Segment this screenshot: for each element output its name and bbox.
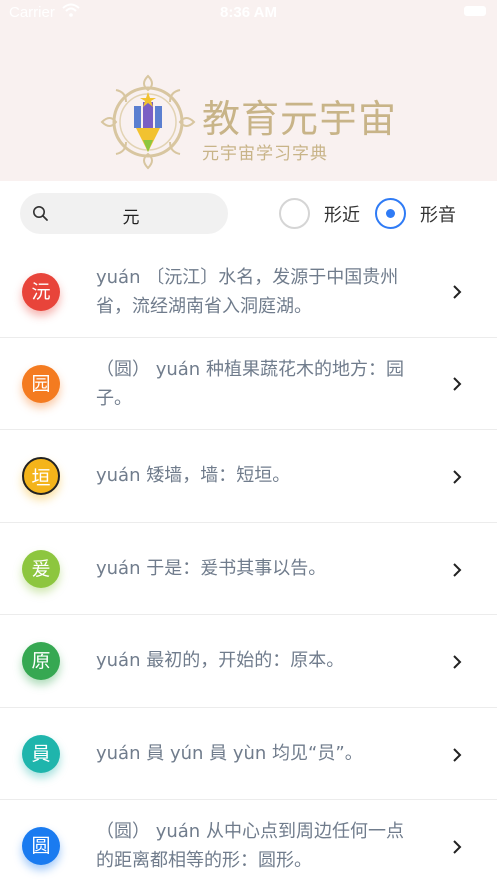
- chevron-right-icon: [453, 377, 462, 391]
- logo-emblem-icon: [100, 74, 196, 170]
- chevron-right-icon: [453, 748, 462, 762]
- chevron-right-icon: [453, 470, 462, 484]
- list-item[interactable]: 爰 yuán 于是：爰书其事以告。: [0, 523, 497, 615]
- list-item[interactable]: 垣 yuán 矮墙，墙：短垣。: [0, 430, 497, 523]
- item-description: yuán 于是：爰书其事以告。: [96, 558, 327, 579]
- list-item[interactable]: 圆 （圆） yuán 从中心点到周边任何一点的距离都相等的形：圆形。: [0, 800, 497, 883]
- list-item[interactable]: 园 （圆） yuán 种植果蔬花木的地方：园子。: [0, 338, 497, 430]
- char-badge: 爰: [22, 550, 60, 588]
- radio-label-similar-shape: 形近: [324, 205, 360, 226]
- chevron-right-icon: [453, 285, 462, 299]
- status-time: 8:36 AM: [220, 4, 277, 21]
- char-badge: 圆: [22, 827, 60, 865]
- char-badge: 原: [22, 642, 60, 680]
- radio-similar-shape[interactable]: [279, 198, 310, 229]
- item-description: yuán 最初的，开始的：原本。: [96, 650, 345, 671]
- search-input[interactable]: 元: [20, 193, 228, 234]
- list-item[interactable]: 原 yuán 最初的，开始的：原本。: [0, 615, 497, 708]
- list-item[interactable]: 員 yuán 員 yún 員 yùn 均见“员”。: [0, 708, 497, 800]
- search-value: 元: [122, 208, 140, 228]
- item-description: （圆） yuán 从中心点到周边任何一点的距离都相等的形：圆形。: [96, 821, 404, 871]
- header-banner: Carrier 8:36 AM 教育元宇宙 元宇宙学习字典: [0, 0, 497, 181]
- radio-similar-sound[interactable]: [375, 198, 406, 229]
- char-badge: 垣: [22, 457, 60, 495]
- radio-label-similar-sound: 形音: [420, 205, 456, 226]
- status-bar: Carrier 8:36 AM: [0, 0, 497, 26]
- list-item[interactable]: 沅 yuán 〔沅江〕水名，发源于中国贵州省，流经湖南省入洞庭湖。: [0, 246, 497, 338]
- app-title: 教育元宇宙: [202, 97, 398, 141]
- battery-icon: [464, 6, 486, 16]
- item-description: yuán 〔沅江〕水名，发源于中国贵州省，流经湖南省入洞庭湖。: [96, 267, 399, 317]
- chevron-right-icon: [453, 655, 462, 669]
- chevron-right-icon: [453, 840, 462, 854]
- item-description: （圆） yuán 种植果蔬花木的地方：园子。: [96, 359, 404, 409]
- radio-selected-dot: [386, 209, 395, 218]
- item-description: yuán 矮墙，墙：短垣。: [96, 465, 291, 486]
- chevron-right-icon: [453, 563, 462, 577]
- char-badge: 員: [22, 735, 60, 773]
- item-description: yuán 員 yún 員 yùn 均见“员”。: [96, 743, 363, 764]
- char-badge: 沅: [22, 273, 60, 311]
- app-subtitle: 元宇宙学习字典: [202, 144, 328, 164]
- char-badge: 园: [22, 365, 60, 403]
